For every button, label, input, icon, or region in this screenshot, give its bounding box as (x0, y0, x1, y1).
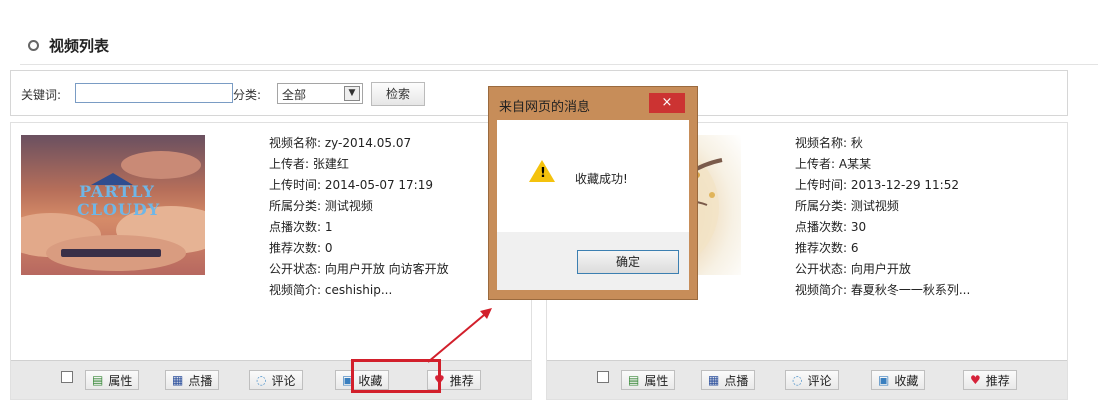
document-icon: ▤ (628, 373, 640, 387)
keyword-label: 关键词: (21, 88, 62, 102)
play-button[interactable]: ▦ 点播 (165, 370, 220, 390)
dialog-footer: 确定 (497, 232, 689, 290)
dialog-body: ! 收藏成功! (497, 120, 689, 232)
action-bar: ▤ 属性 ▦ 点播 ◌ 评论 ▣ 收藏 ♥ 推荐 (547, 360, 1067, 399)
video-info: 视频名称: 秋 上传者: A某某 上传时间: 2013-12-29 11:52 … (795, 133, 970, 301)
message-dialog: 来自网页的消息 × ! 收藏成功! 确定 (488, 86, 698, 300)
category-label: 分类: (233, 88, 262, 102)
thumbnail-logo-text: PARTLY CLOUDY (77, 182, 161, 219)
favorite-button[interactable]: ▣ 收藏 (871, 370, 926, 390)
circle-bullet-icon (28, 39, 39, 51)
video-name: 视频名称: zy-2014.05.07 (269, 136, 412, 150)
film-icon: ▦ (172, 373, 184, 387)
select-checkbox[interactable] (597, 371, 609, 383)
chevron-down-icon[interactable]: ▼ (344, 86, 360, 101)
section-header: 视频列表 (28, 34, 109, 56)
video-category: 所属分类: 测试视频 (269, 199, 373, 213)
comment-button[interactable]: ◌ 评论 (249, 370, 303, 390)
video-visibility: 公开状态: 向用户开放 向访客开放 (269, 262, 449, 276)
warning-icon-mark: ! (540, 166, 546, 181)
properties-button[interactable]: ▤ 属性 (621, 370, 676, 390)
video-recommend-count: 推荐次数: 6 (795, 241, 859, 255)
video-intro: 视频简介: 春夏秋冬一一秋系列... (795, 283, 971, 297)
page-title: 视频列表 (49, 36, 110, 55)
video-category: 所属分类: 测试视频 (795, 199, 899, 213)
arrow-annotation (427, 308, 492, 363)
properties-button[interactable]: ▤ 属性 (85, 370, 140, 390)
video-intro: 视频简介: ceshiship... (269, 283, 393, 297)
select-checkbox[interactable] (61, 371, 73, 383)
document-icon: ▤ (92, 373, 104, 387)
divider (20, 64, 1098, 65)
video-upload-time: 上传时间: 2013-12-29 11:52 (795, 178, 959, 192)
video-uploader: 上传者: 张建红 (269, 157, 349, 171)
video-uploader: 上传者: A某某 (795, 157, 872, 171)
comment-button[interactable]: ◌ 评论 (785, 370, 839, 390)
dialog-title: 来自网页的消息 (499, 100, 591, 115)
video-play-count: 点播次数: 30 (795, 220, 867, 234)
close-icon[interactable]: × (649, 93, 685, 113)
play-button[interactable]: ▦ 点播 (701, 370, 756, 390)
favorite-icon: ▣ (878, 373, 890, 387)
heart-icon: ♥ (970, 373, 981, 387)
video-recommend-count: 推荐次数: 0 (269, 241, 333, 255)
video-play-count: 点播次数: 1 (269, 220, 333, 234)
video-visibility: 公开状态: 向用户开放 (795, 262, 911, 276)
video-name: 视频名称: 秋 (795, 136, 863, 150)
recommend-button[interactable]: ♥ 推荐 (963, 370, 1017, 390)
category-select[interactable]: 全部 ▼ (277, 83, 363, 104)
thumbnail-caption (61, 249, 161, 257)
keyword-input[interactable] (75, 83, 233, 103)
ok-button[interactable]: 确定 (577, 250, 679, 274)
search-button[interactable]: 检索 (371, 82, 425, 106)
comment-icon: ◌ (256, 373, 267, 387)
comment-icon: ◌ (792, 373, 803, 387)
video-thumbnail[interactable]: PARTLY CLOUDY (21, 135, 205, 275)
video-upload-time: 上传时间: 2014-05-07 17:19 (269, 178, 433, 192)
category-selected-value: 全部 (282, 88, 307, 102)
dialog-message: 收藏成功! (575, 172, 628, 186)
film-icon: ▦ (708, 373, 720, 387)
video-info: 视频名称: zy-2014.05.07 上传者: 张建红 上传时间: 2014-… (269, 133, 449, 301)
